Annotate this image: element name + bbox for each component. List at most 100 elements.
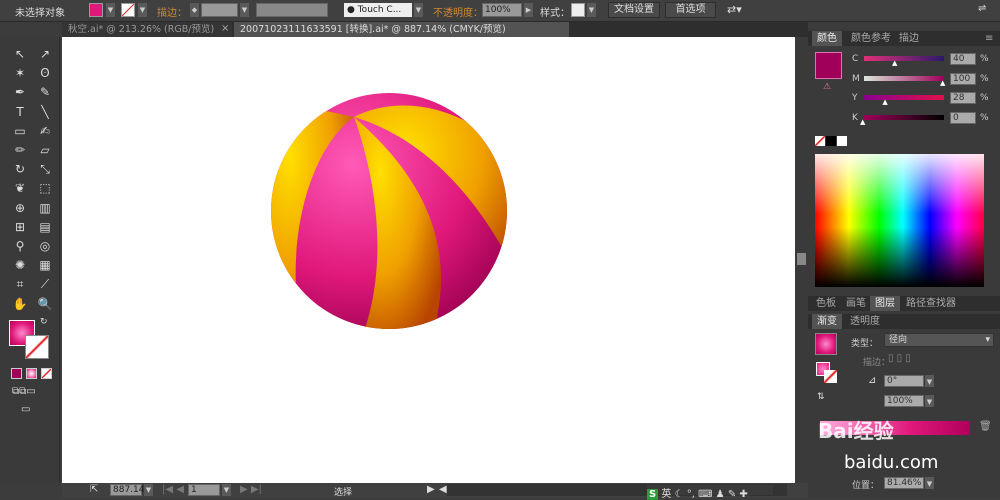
- out-of-gamut-icon[interactable]: ⚠: [823, 82, 831, 92]
- channel-slider-m[interactable]: [864, 75, 944, 81]
- tab-stroke[interactable]: 描边: [894, 31, 924, 46]
- stroke-gradient-options-icon[interactable]: ▯ ▯ ▯: [888, 353, 911, 364]
- stroke-weight-stepper[interactable]: ◆: [190, 3, 199, 17]
- variable-width-profile[interactable]: [256, 3, 328, 17]
- status-menu-arrow[interactable]: ▶: [427, 484, 435, 495]
- paintbrush-tool-icon[interactable]: ✍: [36, 123, 54, 140]
- channel-value-y[interactable]: 28: [950, 92, 976, 104]
- channel-value-m[interactable]: 100: [950, 72, 976, 85]
- scale-tool-icon[interactable]: ⤡: [36, 161, 54, 178]
- none-mode-button[interactable]: [41, 368, 52, 379]
- tab-layers[interactable]: 图层: [870, 296, 900, 311]
- mesh-tool-icon[interactable]: ⊞: [11, 219, 29, 236]
- opacity-label[interactable]: 不透明度：: [433, 4, 483, 19]
- current-color-swatch[interactable]: [815, 52, 842, 79]
- tab-pathfinder[interactable]: 路径查找器: [901, 296, 961, 311]
- delete-stop-icon[interactable]: 🗑: [979, 421, 992, 432]
- artboard-dropdown[interactable]: ▼: [222, 484, 231, 496]
- blend-tool-icon[interactable]: ◎: [36, 238, 54, 255]
- brush-select[interactable]: ● Touch C...: [344, 3, 412, 17]
- position-dropdown[interactable]: ▼: [925, 477, 934, 489]
- artboard-canvas[interactable]: [62, 37, 795, 483]
- opacity-dropdown[interactable]: ▶: [524, 3, 533, 17]
- channel-slider-y[interactable]: [864, 95, 944, 100]
- stroke-dropdown[interactable]: ▼: [138, 3, 147, 17]
- channel-slider-c[interactable]: [864, 56, 944, 61]
- stroke-label[interactable]: 描边：: [157, 4, 187, 19]
- graph-tool-icon[interactable]: ▥: [36, 200, 54, 217]
- aspect-ratio-dropdown[interactable]: ▼: [925, 395, 934, 407]
- arrange-icon[interactable]: ⇄▾: [727, 3, 742, 16]
- tab-document-1[interactable]: 秋空.ai* @ 213.26% (RGB/预览): [62, 22, 232, 37]
- preferences-button[interactable]: 首选项: [665, 2, 716, 18]
- gradient-preview[interactable]: [815, 333, 837, 355]
- gradient-mode-button[interactable]: [26, 368, 37, 379]
- eraser-tool-icon[interactable]: ▱: [36, 142, 54, 159]
- style-swatch[interactable]: [571, 3, 585, 17]
- brush-dropdown[interactable]: ▼: [414, 3, 423, 17]
- stroke-weight-dropdown[interactable]: ▼: [240, 3, 249, 17]
- fill-dropdown[interactable]: ▼: [106, 3, 115, 17]
- black-swatch[interactable]: [826, 136, 836, 146]
- scroll-thumb[interactable]: [797, 253, 806, 265]
- tab-document-2[interactable]: 20071023111633591 [转换].ai* @ 887.14% (CM…: [234, 22, 569, 37]
- draw-mode-icon[interactable]: ⧉⧉▭: [12, 386, 36, 397]
- next-artboard-button[interactable]: ▶ ▶|: [240, 484, 262, 495]
- tab-transparency[interactable]: 透明度: [845, 314, 885, 329]
- slider-thumb[interactable]: ▲: [860, 118, 865, 126]
- eyedropper-tool-icon[interactable]: ⚲: [11, 238, 29, 255]
- stroke-color-box[interactable]: [25, 335, 49, 359]
- swap-icon[interactable]: ↻: [40, 317, 48, 327]
- angle-dropdown[interactable]: ▼: [925, 375, 934, 387]
- lasso-tool-icon[interactable]: ʘ: [36, 65, 54, 82]
- slider-thumb[interactable]: ▲: [882, 98, 887, 106]
- shape-builder-tool-icon[interactable]: ⊕: [11, 200, 29, 217]
- none-swatch[interactable]: [815, 136, 825, 146]
- symbol-sprayer-tool-icon[interactable]: ✺: [11, 257, 29, 274]
- selection-tool-icon[interactable]: ↖: [11, 46, 29, 63]
- tab-swatches[interactable]: 色板: [811, 296, 841, 311]
- column-graph-tool-icon[interactable]: ▦: [36, 257, 54, 274]
- channel-value-k[interactable]: 0: [950, 111, 976, 124]
- pencil-tool-icon[interactable]: ✏: [11, 142, 29, 159]
- line-tool-icon[interactable]: ╲: [36, 104, 54, 121]
- rotate-tool-icon[interactable]: ↻: [11, 161, 29, 178]
- gradient-tool-icon[interactable]: ▤: [36, 219, 54, 236]
- artboard-tool-icon[interactable]: ⌗: [11, 276, 29, 293]
- artboard-nav-icon[interactable]: ⇱: [90, 484, 98, 495]
- angle-field[interactable]: 0°: [884, 375, 924, 387]
- hscroll-left-arrow[interactable]: ◀: [439, 484, 447, 495]
- channel-value-c[interactable]: 40: [950, 53, 976, 65]
- opacity-field[interactable]: 100%: [482, 3, 522, 17]
- color-mode-button[interactable]: [11, 368, 22, 379]
- zoom-tool-icon[interactable]: 🔍: [36, 296, 54, 313]
- gradient-type-select[interactable]: 径向 ▾: [884, 333, 994, 347]
- screen-mode-icon[interactable]: ▭: [21, 404, 30, 415]
- fill-swatch[interactable]: [89, 3, 103, 17]
- type-tool-icon[interactable]: T: [11, 104, 29, 121]
- free-transform-tool-icon[interactable]: ⬚: [36, 180, 54, 197]
- ime-language[interactable]: 英: [661, 489, 671, 500]
- position-field[interactable]: 81.46%: [884, 477, 924, 489]
- slider-thumb[interactable]: ▲: [892, 59, 897, 67]
- magic-wand-tool-icon[interactable]: ✶: [11, 65, 29, 82]
- aspect-ratio-field[interactable]: 100%: [884, 395, 924, 407]
- curvature-tool-icon[interactable]: ✎: [36, 84, 54, 101]
- hand-tool-icon[interactable]: ✋: [11, 296, 29, 313]
- sogou-icon[interactable]: S: [647, 489, 659, 500]
- stroke-swatch[interactable]: [121, 3, 135, 17]
- white-swatch[interactable]: [837, 136, 847, 146]
- beach-ball-artwork[interactable]: [62, 37, 795, 483]
- pen-tool-icon[interactable]: ✒: [11, 84, 29, 101]
- first-artboard-button[interactable]: |◀ ◀: [162, 484, 184, 495]
- color-spectrum[interactable]: [815, 154, 984, 287]
- tab-brushes[interactable]: 画笔: [841, 296, 871, 311]
- vertical-scrollbar[interactable]: [795, 37, 808, 483]
- zoom-field[interactable]: 887.14: [110, 484, 145, 496]
- slice-tool-icon[interactable]: ⟋: [36, 276, 54, 293]
- channel-slider-k[interactable]: [864, 114, 944, 120]
- zoom-dropdown[interactable]: ▼: [144, 484, 153, 496]
- panel-menu-icon[interactable]: ≡: [980, 31, 998, 46]
- rectangle-tool-icon[interactable]: ▭: [11, 123, 29, 140]
- warp-tool-icon[interactable]: ❦: [11, 180, 29, 197]
